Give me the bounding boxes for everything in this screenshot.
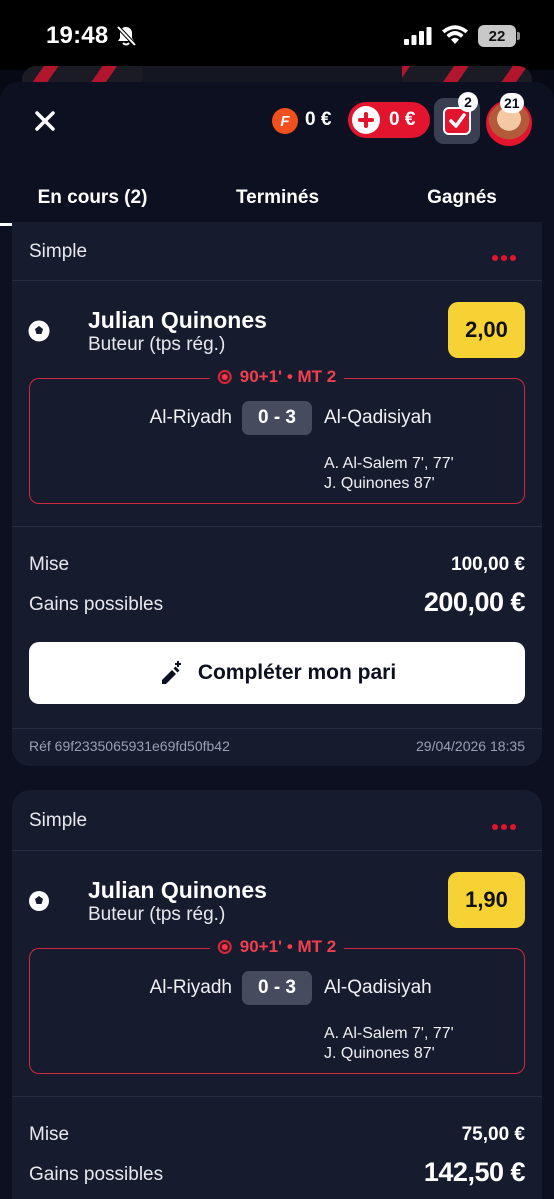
- soccer-ball-icon: [29, 891, 49, 911]
- stake-label: Mise: [29, 554, 70, 575]
- tab-gagnes[interactable]: Gagnés: [370, 170, 554, 226]
- away-team: Al-Qadisiyah: [324, 407, 432, 428]
- f-points-icon: F: [272, 108, 298, 134]
- bets-count-badge: 2: [458, 92, 478, 112]
- gains-label: Gains possibles: [29, 1164, 164, 1185]
- bell-off-icon: [116, 25, 136, 47]
- bet-type: Simple: [29, 241, 88, 262]
- market-name: Buteur (tps rég.): [88, 334, 226, 355]
- stake-value: 100,00 €: [451, 554, 525, 575]
- scorer-line: J. Quinones 87': [324, 1045, 435, 1062]
- scorer-line: J. Quinones 87': [324, 475, 435, 492]
- gains-value: 142,50 €: [423, 1157, 526, 1187]
- stake-value: 75,00 €: [461, 1124, 525, 1145]
- complete-bet-button[interactable]: Compléter mon pari: [29, 642, 525, 704]
- bet-type: Simple: [29, 810, 88, 831]
- wifi-icon: [442, 25, 468, 44]
- odds-badge: 2,00: [448, 302, 525, 358]
- bet-tabs: En cours (2) Terminés Gagnés: [0, 170, 554, 226]
- bet-date: 29/04/2026 18:35: [416, 738, 525, 754]
- sheet-header: F 0 € 0 € 2 21: [0, 82, 554, 160]
- market-name: Buteur (tps rég.): [88, 904, 226, 925]
- bonus-balance-button[interactable]: 0 €: [348, 102, 430, 138]
- notifications-badge: 21: [500, 93, 524, 113]
- divider: [12, 850, 542, 851]
- score: 0 - 3: [242, 971, 312, 1005]
- my-bets-sheet: F 0 € 0 € 2 21 En cours (2) Terminés Gag…: [0, 82, 554, 1199]
- home-team: Al-Riyadh: [149, 407, 232, 428]
- tab-termines[interactable]: Terminés: [185, 170, 370, 226]
- live-match-box: 90+1' • MT 2 Al-Riyadh 0 - 3 Al-Qadisiya…: [29, 937, 525, 1074]
- status-bar: 19:48 22: [0, 0, 554, 70]
- cellular-signal-icon: [404, 27, 432, 45]
- tab-en-cours[interactable]: En cours (2): [0, 170, 185, 226]
- stake-label: Mise: [29, 1124, 70, 1145]
- gains-label: Gains possibles: [29, 594, 164, 615]
- soccer-ball-icon: [28, 320, 50, 342]
- bet-card: Simple Julian Quinones Buteur (tps rég.)…: [12, 790, 542, 1199]
- battery-indicator: 22: [478, 25, 520, 47]
- divider: [12, 1096, 542, 1097]
- more-options-icon[interactable]: [492, 248, 520, 261]
- scorer-line: A. Al-Salem 7', 77': [324, 455, 454, 472]
- score: 0 - 3: [242, 401, 312, 435]
- bonus-balance: 0 €: [389, 109, 416, 130]
- bet-card: Simple Julian Quinones Buteur (tps rég.)…: [12, 222, 542, 766]
- status-time: 19:48: [46, 22, 109, 49]
- live-icon: [217, 370, 232, 384]
- divider: [12, 728, 542, 729]
- close-icon[interactable]: [30, 106, 60, 136]
- divider: [12, 280, 542, 281]
- player-name: Julian Quinones: [88, 877, 267, 903]
- f-points-balance: 0 €: [305, 109, 332, 130]
- odds-badge: 1,90: [448, 872, 525, 928]
- live-status: 90+1' • MT 2: [209, 367, 345, 387]
- complete-bet-label: Compléter mon pari: [197, 661, 397, 684]
- live-time: 90+1' • MT 2: [239, 367, 337, 386]
- scorer-line: A. Al-Salem 7', 77': [324, 1025, 454, 1042]
- away-team: Al-Qadisiyah: [324, 977, 432, 998]
- gains-value: 200,00 €: [423, 587, 526, 617]
- more-options-icon[interactable]: [492, 817, 520, 830]
- live-time: 90+1' • MT 2: [239, 937, 337, 956]
- home-team: Al-Riyadh: [149, 977, 232, 998]
- pen-plus-icon: [161, 661, 181, 684]
- player-name: Julian Quinones: [88, 307, 267, 333]
- plus-icon: [352, 106, 380, 134]
- divider: [12, 526, 542, 527]
- live-match-box: 90+1' • MT 2 Al-Riyadh 0 - 3 Al-Qadisiya…: [29, 367, 525, 504]
- live-status: 90+1' • MT 2: [209, 937, 345, 957]
- bet-reference: Réf 69f2335065931e69fd50fb42: [29, 738, 230, 754]
- live-icon: [217, 940, 232, 954]
